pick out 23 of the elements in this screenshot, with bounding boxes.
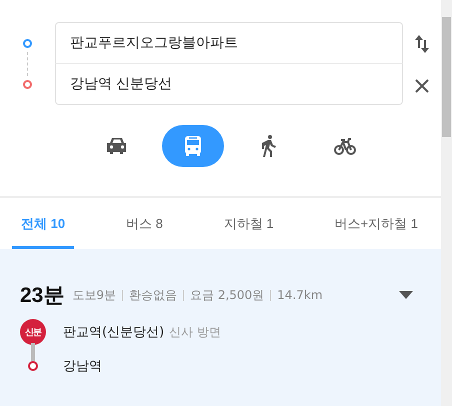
origin-field[interactable]: 판교푸르지오그랑블아파트 [55,22,403,64]
route-filter-tab[interactable]: 버스+지하철 1 [326,198,427,249]
stop-dot-icon [28,361,38,371]
route-result-panel[interactable]: 23분 도보9분 환승없음 요금 2,500원 14.7km 신분 판교역(신분당선) 신사 방면 강남역 [0,249,441,406]
destination-dot-icon [23,80,32,88]
origin-dot-icon [23,38,32,48]
scrollbar-thumb[interactable] [442,17,451,137]
route-filter-tab[interactable]: 지하철 1 [214,198,283,249]
destination-field[interactable]: 강남역 신분당선 [55,64,403,105]
swap-icon[interactable] [414,34,430,54]
close-icon[interactable] [415,78,429,93]
route-detail: 환승없음 [129,286,177,304]
scrollbar[interactable] [441,0,452,406]
line-badge: 신분 [20,319,46,345]
route-detail: 도보9분 [72,286,116,304]
caret-icon[interactable] [399,291,413,299]
stop-direction: 신사 방면 [169,324,221,340]
route-detail: 14.7km [277,288,323,302]
travel-time: 23분 [20,283,64,309]
route-detail: 요금 2,500원 [190,286,264,304]
stop-name: 강남역 [63,358,102,375]
stop-name: 판교역(신분당선) [63,324,164,341]
route-filter-tab[interactable]: 버스 8 [117,198,172,249]
